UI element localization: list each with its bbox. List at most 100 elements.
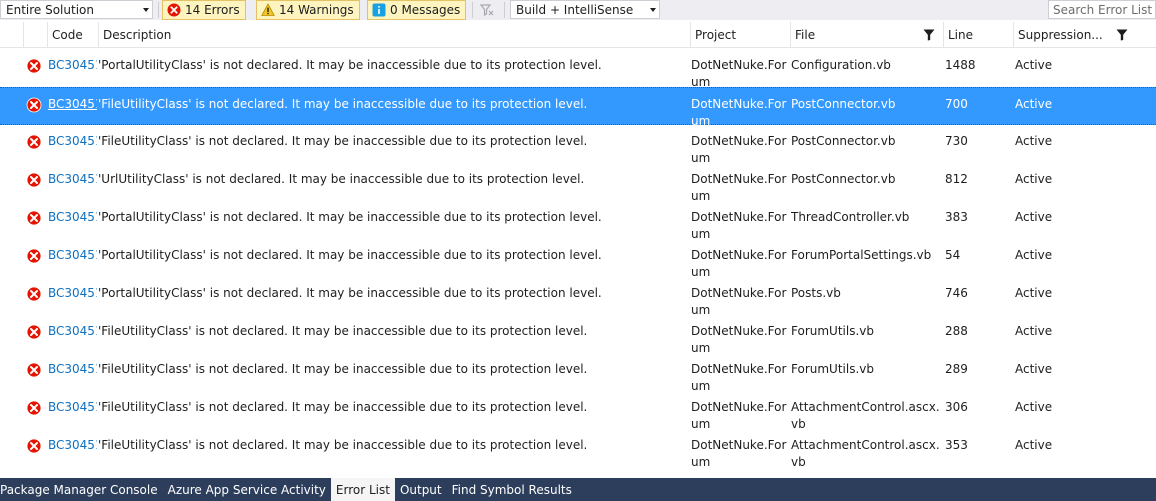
column-header-icon[interactable] [23,22,47,48]
error-project: DotNetNuke.Forum [691,438,787,469]
error-line: 353 [945,438,968,452]
error-file: PostConnector.vb [791,172,896,186]
column-header-line[interactable]: Line [943,22,1013,48]
table-row[interactable]: BC30451 'PortalUtilityClass' is not decl… [0,239,1156,279]
error-icon [26,97,42,113]
messages-filter-button[interactable]: 0 Messages [367,0,467,20]
errors-filter-button[interactable]: 14 Errors [162,0,246,20]
column-header-line-label: Line [948,28,974,42]
error-project: DotNetNuke.Forum [691,58,787,89]
error-code-link[interactable]: BC30451 [48,361,97,378]
tab-output[interactable]: Output [395,478,447,501]
error-code-link[interactable]: BC30451 [48,171,97,188]
error-line: 746 [945,286,968,300]
column-header-description-label: Description [103,28,172,42]
error-suppression-state: Active [1015,172,1053,186]
table-row-selected[interactable]: BC30451 'FileUtilityClass' is not declar… [0,87,1156,128]
error-project: DotNetNuke.Forum [691,210,787,241]
error-suppression-state: Active [1015,97,1053,111]
table-row[interactable]: BC30451 'UrlUtilityClass' is not declare… [0,163,1156,203]
error-list-toolbar: Entire Solution 14 Errors 14 Warnings 0 … [0,0,1156,20]
search-placeholder: Search Error List [1053,2,1153,17]
error-icon [26,58,42,74]
warning-icon [261,3,275,17]
error-code-link[interactable]: BC30451 [48,323,97,340]
error-file: PostConnector.vb [791,134,896,148]
build-source-value: Build + IntelliSense [516,2,634,17]
error-suppression-state: Active [1015,324,1053,338]
error-line: 289 [945,362,968,376]
error-suppression-state: Active [1015,134,1053,148]
info-icon [372,3,386,17]
error-description: 'FileUtilityClass' is not declared. It m… [98,97,588,111]
funnel-icon[interactable] [1116,29,1128,44]
error-description: 'PortalUtilityClass' is not declared. It… [98,286,602,300]
error-icon [26,172,42,188]
table-row[interactable]: BC30451 'PortalUtilityClass' is not decl… [0,201,1156,241]
error-code-link[interactable]: BC30451 [48,437,97,454]
error-icon [26,324,42,340]
error-description: 'FileUtilityClass' is not declared. It m… [98,362,588,376]
table-row[interactable]: BC30451 'FileUtilityClass' is not declar… [0,125,1156,165]
error-description: 'FileUtilityClass' is not declared. It m… [98,134,588,148]
error-project: DotNetNuke.Forum [691,400,787,431]
error-file: ThreadController.vb [791,210,910,224]
error-description: 'PortalUtilityClass' is not declared. It… [98,58,602,72]
chevron-down-icon [143,8,149,12]
tab-package-manager-console[interactable]: Package Manager Console [0,478,163,501]
search-error-list-input[interactable]: Search Error List [1048,0,1156,19]
column-header-file-label: File [795,28,816,42]
error-description: 'FileUtilityClass' is not declared. It m… [98,400,588,414]
column-header-suppression[interactable]: Suppression... [1013,22,1136,48]
clear-filter-icon[interactable] [478,2,496,18]
error-code-link[interactable]: BC30451 [48,247,97,264]
error-code-link[interactable]: BC30451 [48,209,97,226]
error-file: Configuration.vb [791,58,891,72]
warnings-filter-button[interactable]: 14 Warnings [256,0,360,20]
error-code-link[interactable]: BC30451 [48,57,97,74]
column-header-project[interactable]: Project [690,22,790,48]
funnel-icon[interactable] [923,29,935,44]
tab-azure-app-service-activity[interactable]: Azure App Service Activity [163,478,331,501]
table-row[interactable]: BC30451 'FileUtilityClass' is not declar… [0,315,1156,355]
error-description: 'FileUtilityClass' is not declared. It m… [98,324,588,338]
error-line: 383 [945,210,968,224]
error-line: 54 [945,248,961,262]
error-suppression-state: Active [1015,286,1053,300]
error-project: DotNetNuke.Forum [691,286,787,317]
tab-error-list[interactable]: Error List [330,478,395,501]
error-line: 812 [945,172,968,186]
error-suppression-state: Active [1015,400,1053,414]
table-row[interactable]: BC30451 'PortalUtilityClass' is not decl… [0,277,1156,317]
error-list-rows: BC30451 'PortalUtilityClass' is not decl… [0,49,1156,477]
tab-find-symbol-results[interactable]: Find Symbol Results [447,478,577,501]
error-description: 'PortalUtilityClass' is not declared. It… [98,210,602,224]
column-header-file[interactable]: File [790,22,943,48]
error-icon [26,134,42,150]
toolbar-separator [158,2,159,18]
error-line: 700 [945,97,968,111]
error-code-link[interactable]: BC30451 [48,133,97,150]
error-code-link[interactable]: BC30451 [48,285,97,302]
error-list-header: Code Description Project File Line Suppr… [0,22,1156,48]
error-description: 'FileUtilityClass' is not declared. It m… [98,438,588,452]
error-project: DotNetNuke.Forum [691,248,787,279]
column-header-description[interactable]: Description [98,22,690,48]
error-project: DotNetNuke.Forum [691,324,787,355]
table-row[interactable]: BC30451 'FileUtilityClass' is not declar… [0,353,1156,393]
table-row[interactable]: BC30451 'FileUtilityClass' is not declar… [0,391,1156,431]
table-row[interactable]: BC30451 'PortalUtilityClass' is not decl… [0,49,1156,89]
scope-dropdown[interactable]: Entire Solution [0,0,153,19]
column-header-project-label: Project [695,28,737,42]
table-row[interactable]: BC30451 'FileUtilityClass' is not declar… [0,429,1156,469]
error-description: 'UrlUtilityClass' is not declared. It ma… [98,172,585,186]
error-project: DotNetNuke.Forum [691,362,787,393]
build-source-dropdown[interactable]: Build + IntelliSense [510,0,660,19]
warnings-count-label: 14 Warnings [279,3,354,17]
error-file: AttachmentControl.ascx.vb [791,400,940,431]
column-header-severity[interactable] [0,22,23,48]
column-header-code[interactable]: Code [47,22,98,48]
error-suppression-state: Active [1015,210,1053,224]
error-code-link[interactable]: BC30451 [48,399,97,416]
error-code-link[interactable]: BC30451 [48,96,97,113]
